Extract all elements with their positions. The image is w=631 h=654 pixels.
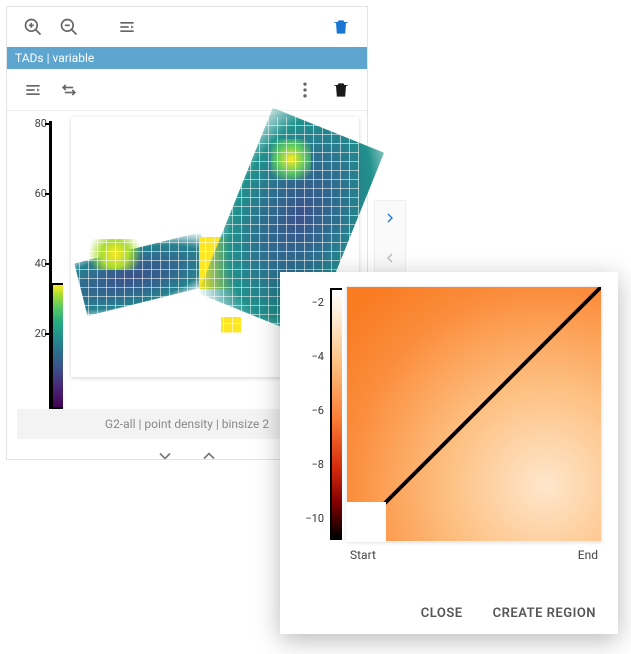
side-pager xyxy=(374,200,406,276)
dialog-actions: CLOSE CREATE REGION xyxy=(280,592,618,634)
chevron-up-icon[interactable] xyxy=(199,446,219,470)
panel-header-bar: TADs | variable xyxy=(7,47,367,69)
y-tickmark xyxy=(45,263,51,265)
colorbar-tick: −4 xyxy=(304,350,324,363)
zoom-out-button[interactable] xyxy=(51,9,87,45)
colorbar-tick: −6 xyxy=(304,404,324,417)
heatmap-colorbar xyxy=(330,288,342,540)
expand-list-button[interactable] xyxy=(15,72,51,108)
y-tickmark xyxy=(45,123,51,125)
x-tick-end: End xyxy=(578,548,598,562)
colorbar-tick: −2 xyxy=(304,296,324,309)
trash-button[interactable] xyxy=(323,9,359,45)
panel-toolbar-top xyxy=(7,7,367,47)
trash-inner-button[interactable] xyxy=(323,72,359,108)
x-tick-start: Start xyxy=(350,548,376,562)
scatter-colorbar xyxy=(51,283,63,409)
dialog-body: −2 −4 −6 −8 −10 Start End xyxy=(280,272,618,592)
heatmap-plot[interactable] xyxy=(346,286,602,542)
region-dialog: −2 −4 −6 −8 −10 Start End CLOSE CREATE R… xyxy=(280,272,618,634)
collapse-icon[interactable] xyxy=(109,9,145,45)
swap-button[interactable] xyxy=(51,72,87,108)
more-menu-button[interactable] xyxy=(287,72,323,108)
colorbar-tick: −10 xyxy=(304,512,324,525)
chevron-down-icon[interactable] xyxy=(155,446,175,470)
chevron-right-icon[interactable] xyxy=(375,201,405,235)
close-button[interactable]: CLOSE xyxy=(411,600,473,627)
chevron-left-icon[interactable] xyxy=(375,241,405,275)
panel-header-label: TADs | variable xyxy=(15,51,94,65)
zoom-in-button[interactable] xyxy=(15,9,51,45)
y-tickmark xyxy=(45,193,51,195)
heatmap-corner-mask xyxy=(346,502,386,542)
create-region-button[interactable]: CREATE REGION xyxy=(483,600,606,627)
panel-toolbar-inner xyxy=(7,69,367,111)
colorbar-tick: −8 xyxy=(304,458,324,471)
